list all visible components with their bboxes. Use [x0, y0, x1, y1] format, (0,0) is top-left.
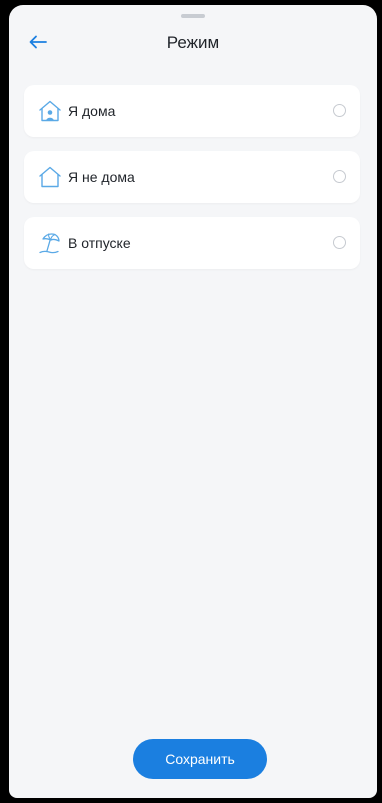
mode-sheet: Режим Я дома Я не дома В отпуске Сохрани… — [9, 5, 377, 798]
mode-option-vacation[interactable]: В отпуске — [24, 217, 360, 269]
mode-option-label: Я не дома — [68, 169, 135, 185]
mode-radio-vacation[interactable] — [333, 236, 346, 249]
mode-radio-away[interactable] — [333, 170, 346, 183]
save-button[interactable]: Сохранить — [133, 739, 267, 779]
device-frame: Режим Я дома Я не дома В отпуске Сохрани… — [0, 0, 382, 803]
page-title: Режим — [166, 33, 220, 52]
mode-radio-home[interactable] — [333, 104, 346, 117]
mode-option-home[interactable]: Я дома — [24, 85, 360, 137]
beach-umbrella-icon — [39, 233, 60, 254]
mode-option-label: В отпуске — [68, 235, 131, 251]
header: Режим — [9, 23, 377, 63]
home-person-icon — [39, 100, 61, 122]
mode-options-list: Я дома Я не дома В отпуске — [24, 85, 360, 283]
mode-option-label: Я дома — [68, 103, 116, 119]
sheet-grabber-handle[interactable] — [181, 14, 205, 18]
mode-option-away[interactable]: Я не дома — [24, 151, 360, 203]
home-outline-icon — [39, 166, 61, 188]
